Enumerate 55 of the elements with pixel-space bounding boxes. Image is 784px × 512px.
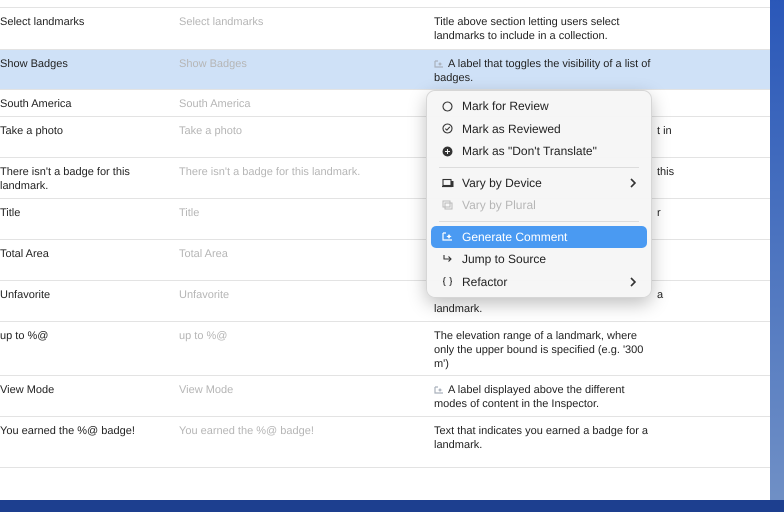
key-cell-text: Total Area	[0, 247, 50, 262]
menu-item[interactable]: Vary by Device	[431, 172, 647, 194]
source-cell-text: South America	[179, 97, 252, 112]
key-cell-text: There isn't a badge for this landmark.	[0, 165, 131, 194]
chevron-right-icon	[630, 178, 636, 188]
comment-text: A label displayed above the different	[448, 383, 625, 397]
source-cell-text: Take a photo	[179, 124, 243, 139]
comment-text: landmarks to include in a collection.	[434, 29, 608, 43]
key-cell-text: You earned the %@ badge!	[0, 424, 136, 439]
key-cell-text: Unfavorite	[0, 288, 52, 303]
comment-text: a	[657, 288, 664, 302]
menu-item[interactable]: Mark as Reviewed	[431, 118, 647, 140]
source-cell-text: Title	[179, 206, 200, 221]
sparkle-comment-icon	[442, 232, 453, 242]
comment-text: A label that toggles the visibility of a list of	[448, 57, 650, 71]
menu-item[interactable]: Jump to Source	[431, 248, 647, 270]
source-cell-text: Total Area	[179, 247, 229, 262]
key-cell-text: Show Badges	[0, 57, 69, 72]
braces-icon	[442, 276, 453, 288]
badge-icon	[442, 146, 453, 157]
circle-icon	[442, 100, 453, 112]
comment-text: only the upper bound is specified (e.g. '300	[434, 343, 644, 357]
key-cell-text: up to %@	[0, 329, 50, 344]
sparkle-comment-icon	[434, 60, 444, 68]
key-cell-text: Take a photo	[0, 124, 64, 139]
source-cell-text: up to %@	[179, 329, 228, 344]
key-cell-text: Title	[0, 206, 22, 221]
chevron-right-icon	[630, 276, 636, 287]
comment-text: this	[657, 165, 674, 179]
key-cell-text: View Mode	[0, 383, 56, 398]
source-cell-text: You earned the %@ badge!	[179, 424, 315, 439]
comment-text: Title above section letting users select	[434, 15, 620, 29]
source-cell-text: Select landmarks	[179, 15, 264, 30]
source-cell-text: Unfavorite	[179, 288, 230, 303]
devices-icon	[442, 178, 454, 188]
source-cell-text: View Mode	[179, 383, 234, 398]
comment-text: landmark.	[434, 302, 482, 316]
comment-text: badges.	[434, 71, 474, 85]
comment-text: modes of content in the Inspector.	[434, 397, 600, 411]
comment-text: t in	[657, 124, 672, 138]
selected-row[interactable]: Show Badges Show Badges A label that toggles the visibility of a list of badges.	[0, 50, 770, 90]
source-cell-text: There isn't a badge for this landmark.	[179, 165, 362, 180]
comment-text: r	[657, 206, 661, 220]
comment-text: m')	[434, 357, 449, 371]
key-cell-text: South America	[0, 97, 73, 112]
sparkle-comment-icon	[434, 386, 444, 394]
comment-text: Text that indicates you earned a badge for a	[434, 424, 648, 438]
source-cell-text: Show Badges	[179, 57, 248, 72]
menu-item[interactable]: Mark for Review	[431, 95, 647, 118]
key-cell-text: Select landmarks	[0, 15, 86, 30]
comment-text: The elevation range of a landmark, where	[434, 329, 638, 343]
check-circle-icon	[442, 123, 453, 134]
arrow-icon	[442, 254, 453, 264]
comment-text: landmark.	[434, 438, 482, 452]
plural-icon	[442, 200, 453, 210]
